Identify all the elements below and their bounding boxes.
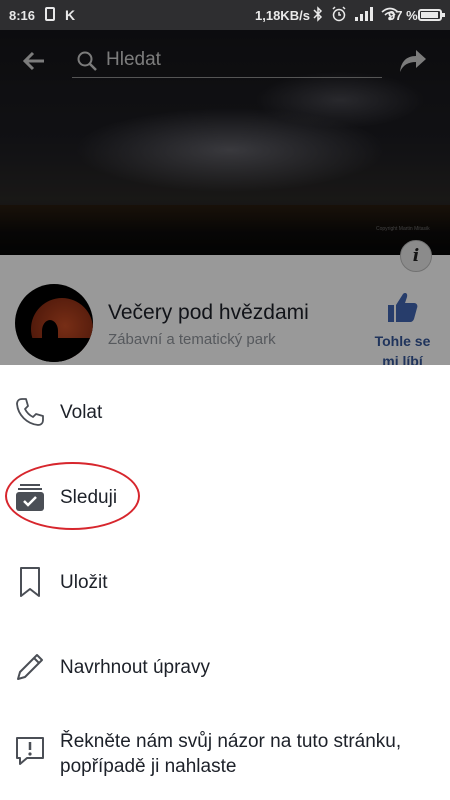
report-flag-icon [16, 737, 44, 765]
bottom-sheet-menu: Volat Sleduji Uložit Navrhnout úpravy Ře… [0, 365, 450, 800]
status-right-icons [313, 6, 399, 22]
status-time: 8:16 [9, 8, 36, 23]
menu-item-label: Navrhnout úpravy [60, 657, 210, 678]
dim-overlay[interactable] [0, 30, 450, 365]
highlight-annotation [5, 462, 140, 530]
menu-item-label: Uložit [60, 572, 108, 593]
menu-item-label: Volat [60, 402, 103, 423]
bookmark-icon [20, 567, 40, 597]
status-left-icons: K [45, 7, 75, 23]
notification-box-icon [45, 7, 55, 21]
menu-item-save[interactable]: Uložit [0, 533, 450, 617]
battery-icon [418, 9, 445, 21]
pencil-icon [17, 654, 43, 680]
alarm-icon [332, 6, 346, 22]
battery-percent: 97 % [388, 8, 418, 23]
bluetooth-icon [313, 6, 323, 22]
menu-item-label: Řekněte nám svůj názor na tuto stránku, … [60, 731, 402, 777]
menu-item-call[interactable]: Volat [0, 365, 450, 449]
status-bar: 8:16 K 1,18KB/s 97 % [0, 0, 450, 30]
menu-item-suggest-edits[interactable]: Navrhnout úpravy [0, 617, 450, 701]
phone-icon [16, 398, 44, 426]
signal-icon [355, 7, 373, 21]
menu-item-feedback-report[interactable]: Řekněte nám svůj názor na tuto stránku, … [0, 701, 450, 800]
network-speed: 1,18KB/s [255, 8, 310, 23]
k-app-icon: K [65, 7, 76, 23]
